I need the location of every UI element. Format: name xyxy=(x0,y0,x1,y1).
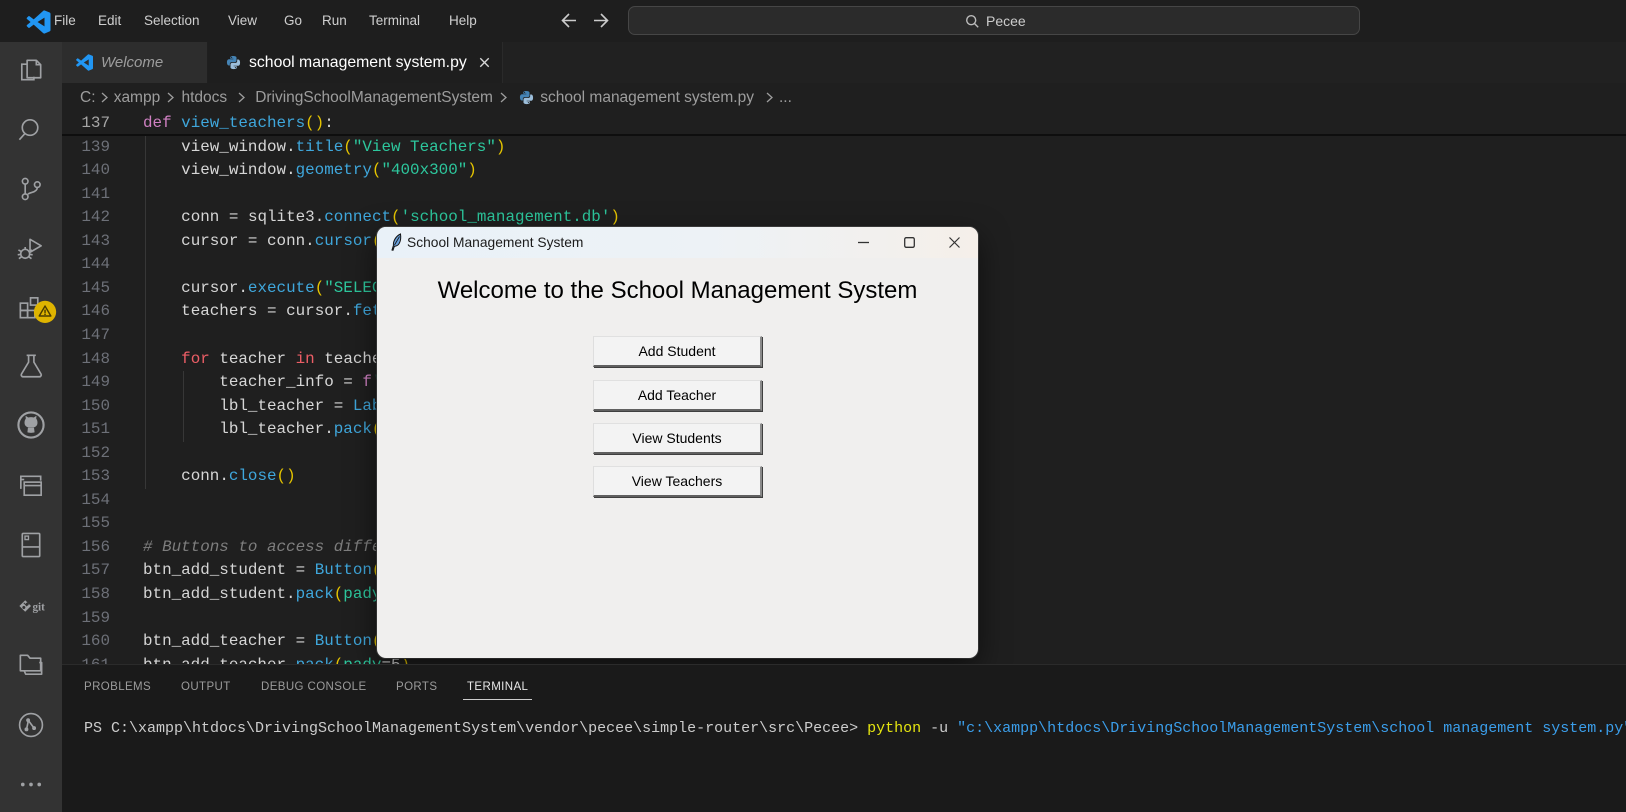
svg-text:git: git xyxy=(32,601,45,613)
